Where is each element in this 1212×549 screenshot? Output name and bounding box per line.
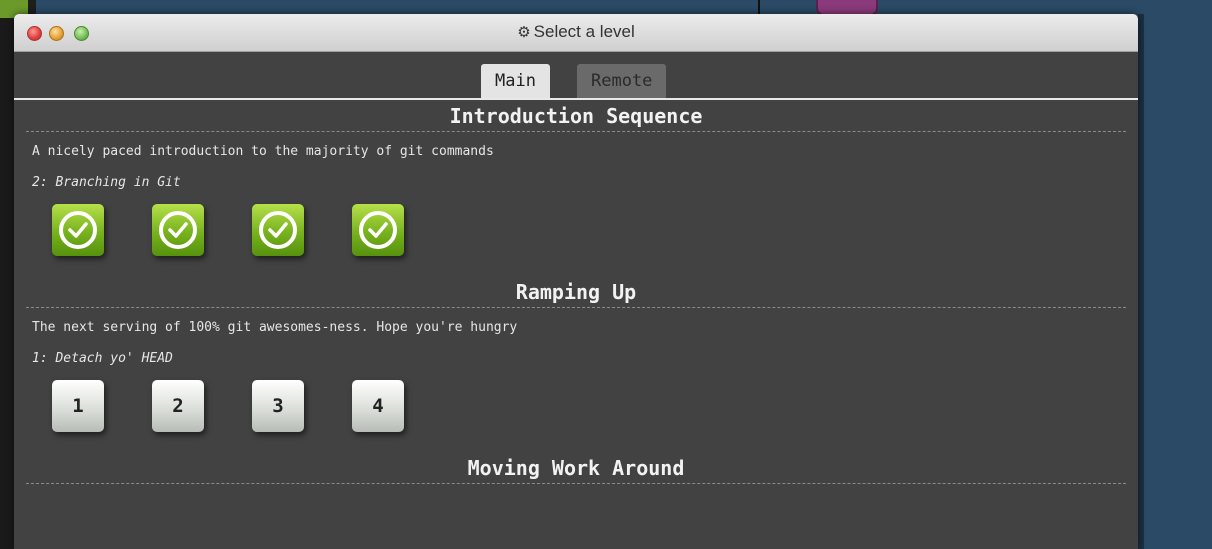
- level-button-1-solved[interactable]: [52, 204, 104, 256]
- level-buttons: 1 2 3 4: [26, 380, 1126, 452]
- level-button-4-solved[interactable]: [352, 204, 404, 256]
- section-title: Moving Work Around: [26, 452, 1126, 484]
- title-bar: ⚙ Select a level: [14, 14, 1138, 52]
- level-button-1[interactable]: 1: [52, 380, 104, 432]
- background-panel-left: [0, 0, 14, 549]
- window-title-text: Select a level: [533, 22, 635, 41]
- section-introduction-sequence: Introduction Sequence A nicely paced int…: [26, 100, 1126, 276]
- level-button-2-solved[interactable]: [152, 204, 204, 256]
- section-title: Ramping Up: [26, 276, 1126, 308]
- current-level-name: 2: Branching in Git: [32, 175, 181, 190]
- level-select-window: ⚙ Select a level Main Remote Introduction…: [14, 14, 1138, 549]
- current-level-name: 1: Detach yo' HEAD: [32, 351, 173, 366]
- background-divider: [758, 0, 760, 14]
- level-list: Introduction Sequence A nicely paced int…: [14, 100, 1138, 484]
- tab-bar: Main Remote: [14, 52, 1138, 100]
- level-button-4[interactable]: 4: [352, 380, 404, 432]
- level-button-3[interactable]: 3: [252, 380, 304, 432]
- level-buttons: [26, 204, 1126, 276]
- tab-remote[interactable]: Remote: [577, 64, 667, 98]
- section-title: Introduction Sequence: [26, 100, 1126, 132]
- checkmark-icon: [159, 211, 197, 249]
- tab-main[interactable]: Main: [481, 64, 550, 98]
- gear-icon: ⚙: [517, 24, 531, 41]
- level-button-3-solved[interactable]: [252, 204, 304, 256]
- window-shadow: [1138, 14, 1144, 549]
- section-description: A nicely paced introduction to the major…: [32, 144, 494, 159]
- checkmark-icon: [359, 211, 397, 249]
- section-ramping-up: Ramping Up The next serving of 100% git …: [26, 276, 1126, 452]
- window-title: ⚙ Select a level: [14, 22, 1138, 42]
- level-button-2[interactable]: 2: [152, 380, 204, 432]
- section-moving-work-around: Moving Work Around: [26, 452, 1126, 484]
- checkmark-icon: [59, 211, 97, 249]
- checkmark-icon: [259, 211, 297, 249]
- section-description: The next serving of 100% git awesomes-ne…: [32, 320, 518, 335]
